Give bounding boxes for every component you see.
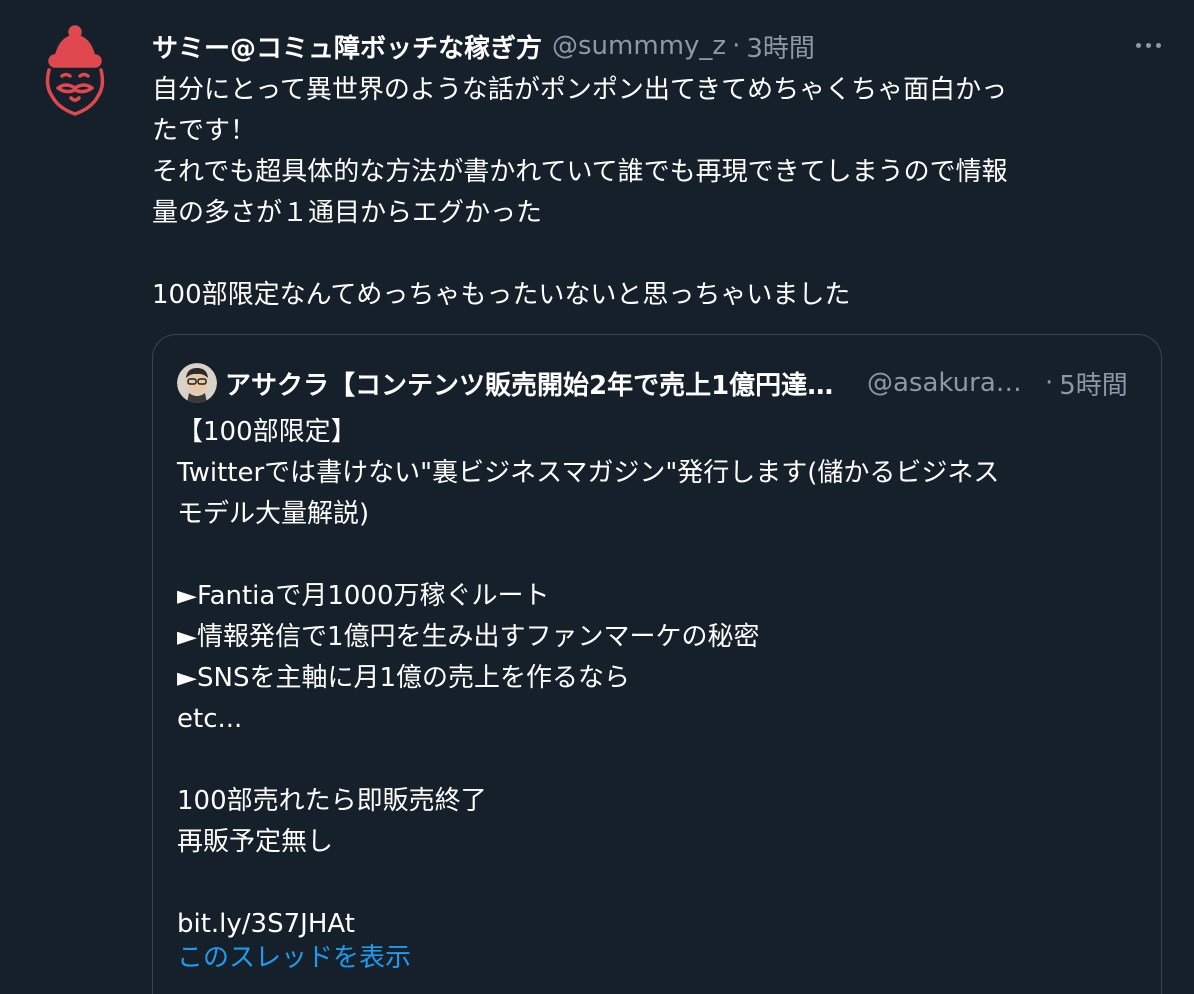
quoted-tweet-text: 【100部限定】 Twitterでは書けない"裏ビジネスマガジン"発行します(儲… — [177, 417, 1000, 939]
separator-dot: · — [732, 31, 741, 61]
author-name[interactable]: サミー@コミュ障ボッチな稼ぎ方 — [152, 28, 542, 65]
quoted-separator-dot: · — [1045, 368, 1054, 398]
tweet-text: 自分にとって異世界のような話がポンポン出てきてめちゃくちゃ面白かっ たです！ そ… — [152, 75, 1008, 310]
show-thread-link[interactable]: このスレッドを表示 — [177, 937, 411, 974]
quoted-tweet-time[interactable]: 5時間 — [1059, 365, 1128, 402]
more-horizontal-icon[interactable] — [1128, 30, 1168, 60]
more-dot — [1135, 42, 1141, 48]
quoted-tweet[interactable]: アサクラ【コンテンツ販売開始2年で売上1億円達成】 @asakura_conte… — [152, 334, 1162, 994]
more-dot — [1145, 42, 1151, 48]
more-dot — [1155, 42, 1161, 48]
tweet-header: サミー@コミュ障ボッチな稼ぎ方 @summmy_z · 3時間 — [152, 28, 1162, 64]
quoted-author-handle[interactable]: @asakura_contents — [867, 368, 1027, 398]
santa-avatar-icon[interactable] — [40, 24, 110, 118]
author-handle[interactable]: @summmy_z — [552, 31, 726, 61]
tweet-content: サミー@コミュ障ボッチな稼ぎ方 @summmy_z · 3時間 自分にとって異世… — [152, 28, 1162, 316]
quoted-tweet-header: アサクラ【コンテンツ販売開始2年で売上1億円達成】 @asakura_conte… — [177, 363, 1128, 403]
quoted-author-avatar[interactable] — [177, 363, 217, 403]
tweet-time[interactable]: 3時間 — [746, 28, 815, 65]
tweet[interactable]: サミー@コミュ障ボッチな稼ぎ方 @summmy_z · 3時間 自分にとって異世… — [0, 0, 1194, 994]
quoted-author-name[interactable]: アサクラ【コンテンツ販売開始2年で売上1億円達成】 — [225, 365, 855, 402]
